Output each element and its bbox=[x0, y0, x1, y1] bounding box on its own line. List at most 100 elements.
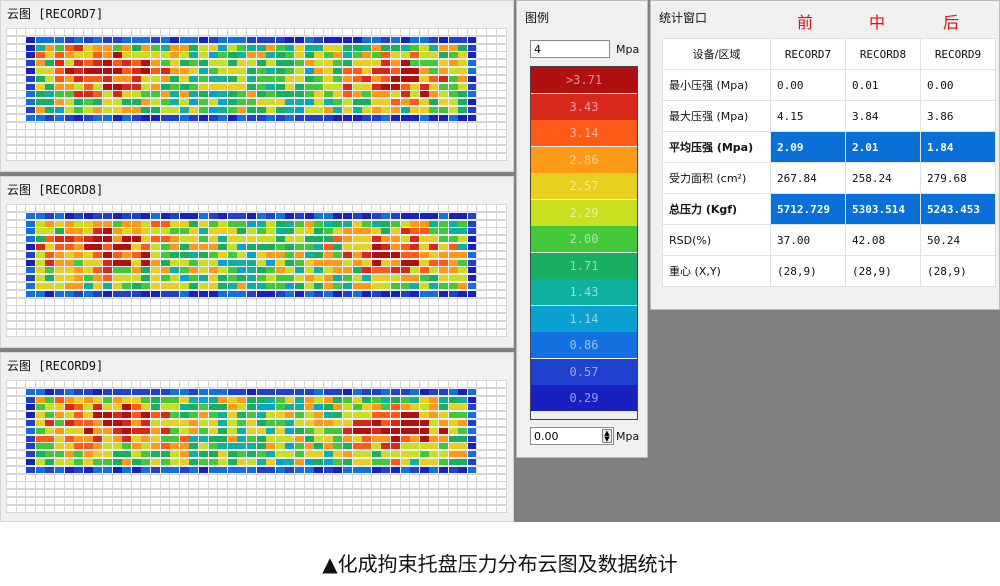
heatmap-cell bbox=[322, 305, 334, 314]
legend-max-input[interactable]: 4 bbox=[530, 40, 610, 58]
heatmap-cell bbox=[55, 91, 64, 98]
heatmap-cell bbox=[343, 220, 352, 227]
heatmap-cell bbox=[218, 36, 228, 43]
heatmap-cell bbox=[178, 313, 190, 322]
heatmap-cell bbox=[458, 99, 468, 106]
heatmap-cell bbox=[285, 236, 295, 243]
heatmap-cell bbox=[140, 313, 152, 322]
heatmap-cell bbox=[486, 59, 497, 68]
heatmap-cell bbox=[218, 435, 228, 442]
heatmap-cell bbox=[476, 489, 488, 498]
heatmap-cell bbox=[74, 220, 84, 227]
heatmap-cell bbox=[274, 129, 286, 138]
table-cell: 3.84 bbox=[845, 100, 921, 132]
heatmap-cell bbox=[188, 481, 200, 490]
heatmap-cell bbox=[121, 129, 133, 138]
heatmap-cell bbox=[400, 259, 410, 266]
heatmap-cell bbox=[122, 290, 132, 297]
heatmap-cell bbox=[266, 212, 276, 219]
heatmap-cell bbox=[380, 380, 392, 388]
heatmap-cell bbox=[370, 129, 382, 138]
heatmap-cell bbox=[170, 107, 180, 113]
heatmap-cell bbox=[207, 473, 219, 482]
heatmap-cell bbox=[92, 305, 104, 314]
heatmap-cell bbox=[323, 443, 333, 450]
heatmap-cell bbox=[486, 152, 497, 161]
heatmap-cell bbox=[82, 489, 94, 498]
heatmap-cell bbox=[26, 212, 36, 219]
heatmap-cell bbox=[333, 44, 343, 51]
heatmap-cell bbox=[6, 258, 17, 267]
heatmap-cell bbox=[467, 244, 477, 250]
spinner-icon[interactable]: ▲ ▼ bbox=[602, 429, 612, 443]
heatmap-cell bbox=[207, 145, 219, 153]
heatmap-cell bbox=[44, 137, 56, 146]
heatmap-cell bbox=[476, 35, 488, 44]
table-row[interactable]: 平均压强 (Mpa) 2.09 2.01 1.84 bbox=[662, 131, 996, 163]
heatmap-cell bbox=[237, 275, 247, 282]
heatmap-cell bbox=[179, 212, 189, 219]
heatmap-cell bbox=[6, 419, 17, 427]
heatmap-cell bbox=[93, 435, 103, 442]
table-row[interactable]: 最大压强 (Mpa) 4.15 3.84 3.86 bbox=[662, 100, 996, 132]
heatmap-cell bbox=[467, 236, 477, 243]
heatmap-cell bbox=[26, 466, 36, 473]
heatmap-cell bbox=[189, 267, 199, 274]
heatmap-cell bbox=[55, 388, 64, 395]
heatmap-cell bbox=[380, 504, 392, 513]
heatmap-cell bbox=[295, 396, 304, 403]
heatmap-cell bbox=[303, 321, 315, 329]
heatmap-cell bbox=[304, 412, 314, 419]
heatmap-cell bbox=[189, 251, 199, 258]
heatmap-cell bbox=[35, 107, 45, 113]
heatmap-cell bbox=[381, 83, 391, 90]
heatmap-cell bbox=[170, 388, 180, 395]
heatmap-cell bbox=[44, 328, 56, 337]
table-row[interactable]: 重心 (X,Y) (28,9) (28,9) (28,9) bbox=[662, 255, 996, 287]
heatmap-cell bbox=[304, 75, 314, 82]
heatmap-cell bbox=[54, 489, 65, 498]
heatmap-cell bbox=[371, 75, 381, 82]
heatmap-cell bbox=[352, 60, 362, 67]
heatmap-cell bbox=[64, 99, 74, 106]
heatmap-cell bbox=[102, 328, 113, 337]
heatmap-cell bbox=[439, 396, 448, 403]
heatmap-cell bbox=[102, 504, 113, 513]
heatmap-cell bbox=[218, 228, 228, 235]
table-row[interactable]: 最小压强 (Mpa) 0.00 0.01 0.00 bbox=[662, 69, 996, 101]
heatmap-cell bbox=[55, 404, 64, 411]
heatmap-cell bbox=[141, 114, 151, 121]
heatmap-cell bbox=[237, 75, 247, 82]
heatmap-cell bbox=[112, 107, 122, 113]
heatmap-cell bbox=[103, 283, 112, 289]
heatmap-cell bbox=[274, 328, 286, 337]
heatmap-cell bbox=[131, 427, 141, 434]
table-row[interactable]: 受力面积 (cm²) 267.84 258.24 279.68 bbox=[662, 162, 996, 194]
heatmap-cell bbox=[343, 212, 352, 219]
heatmap-cell bbox=[83, 459, 93, 465]
heatmap-cell bbox=[486, 121, 497, 130]
heatmap-cell bbox=[495, 321, 507, 329]
heatmap-cell bbox=[419, 68, 429, 74]
heatmap-cell bbox=[55, 412, 64, 419]
heatmap-cell bbox=[217, 137, 229, 146]
heatmap-cell bbox=[439, 44, 448, 51]
heatmap-cell bbox=[380, 137, 392, 146]
table-row[interactable]: RSD(%) 37.00 42.08 50.24 bbox=[662, 224, 996, 256]
heatmap-cell bbox=[26, 290, 36, 297]
heatmap-cell bbox=[35, 212, 45, 219]
table-row[interactable]: 总压力 (Kgf) 5712.729 5303.514 5243.453 bbox=[662, 193, 996, 225]
heatmap-cell bbox=[362, 420, 372, 426]
heatmap-cell bbox=[73, 321, 85, 329]
heatmap-cell bbox=[150, 313, 161, 322]
heatmap-cell bbox=[381, 267, 391, 274]
legend-band: >3.71 bbox=[531, 67, 637, 93]
heatmap-cell bbox=[323, 228, 333, 235]
heatmap-cell bbox=[362, 44, 372, 51]
heatmap-cell bbox=[370, 152, 382, 161]
heatmap-cell bbox=[160, 259, 170, 266]
heatmap-cell bbox=[466, 121, 478, 130]
heatmap-cell bbox=[208, 114, 218, 121]
heatmap-cell bbox=[6, 403, 17, 412]
heatmap-cell bbox=[247, 60, 256, 67]
